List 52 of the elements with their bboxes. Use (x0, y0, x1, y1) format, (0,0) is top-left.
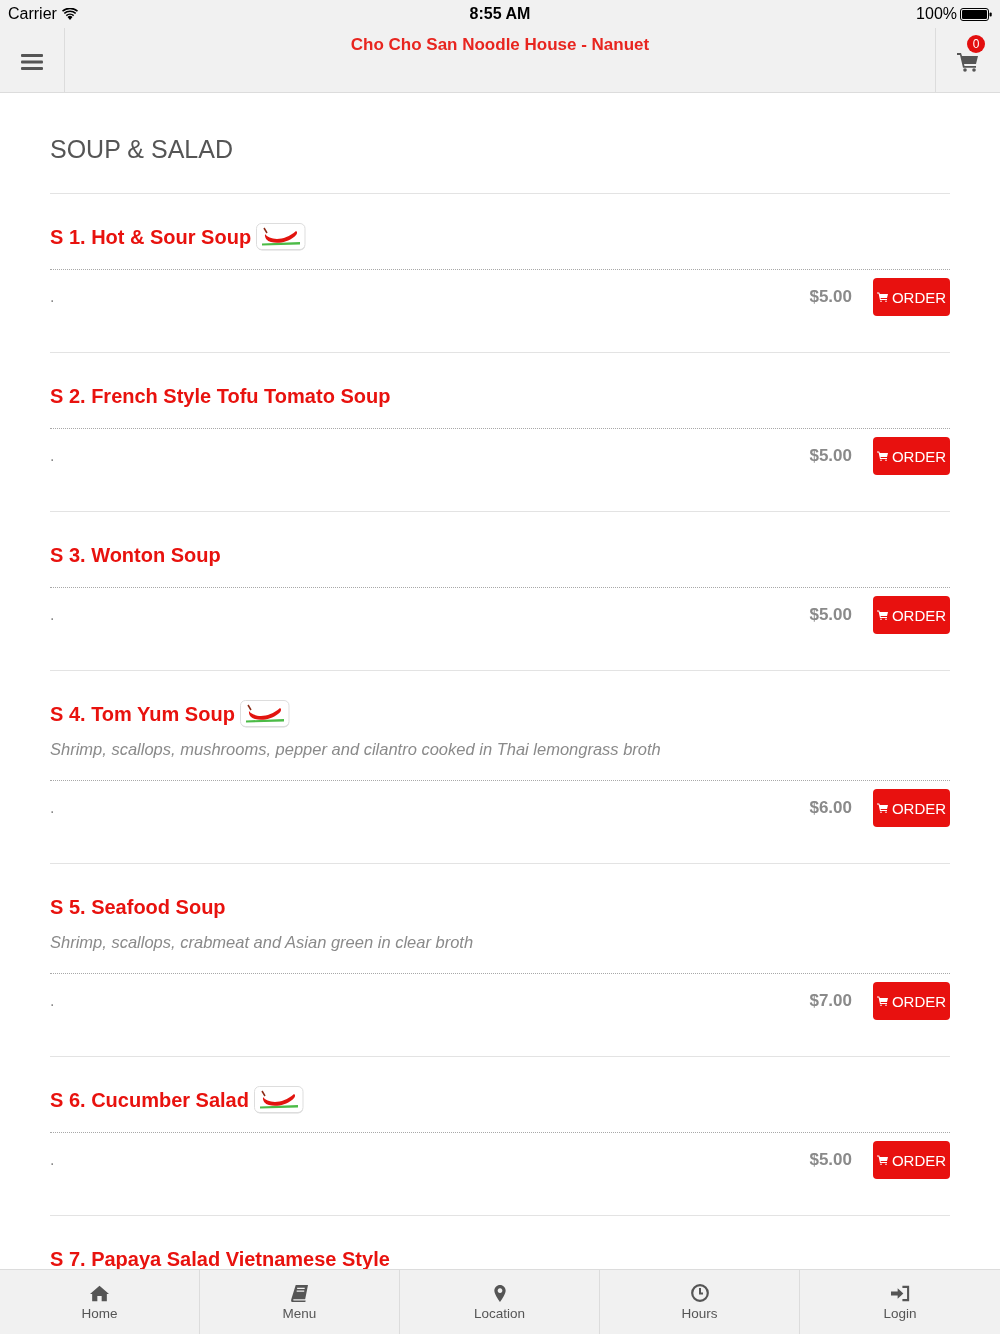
map-pin-icon (493, 1284, 506, 1302)
book-icon (290, 1284, 309, 1302)
item-price: $5.00 (809, 287, 852, 307)
item-price: $6.00 (809, 798, 852, 818)
cart-count-badge: 0 (967, 35, 985, 53)
cart-icon (876, 803, 888, 813)
battery-icon (960, 7, 992, 21)
item-title[interactable]: S 2. French Style Tofu Tomato Soup (50, 381, 391, 411)
cart-icon[interactable] (957, 52, 979, 72)
tab-bar-item[interactable]: Location (400, 1270, 600, 1334)
tab-bar-item[interactable]: Menu (200, 1270, 400, 1334)
home-icon (90, 1284, 109, 1302)
menu-icon[interactable] (21, 53, 43, 71)
item-note: . (50, 799, 55, 816)
item-description: Shrimp, scallops, mushrooms, pepper and cilantro cooked in Thai lemongrass broth (50, 739, 662, 760)
tab-bar-item[interactable]: Login (800, 1270, 1000, 1334)
item-note: . (50, 606, 55, 623)
clock-icon (690, 1284, 709, 1302)
wifi-icon (61, 8, 78, 20)
item-note: . (50, 992, 55, 1009)
order-button[interactable]: ORDER (873, 789, 950, 827)
item-title[interactable]: S 3. Wonton Soup (50, 540, 221, 570)
section-heading: SOUP & SALAD (50, 135, 233, 163)
item-title[interactable]: S 4. Tom Yum Soup (50, 699, 235, 729)
item-price: $5.00 (809, 446, 852, 466)
item-note: . (50, 1151, 55, 1168)
tab-bar-item[interactable]: Home (0, 1270, 200, 1334)
item-price: $5.00 (809, 1150, 852, 1170)
item-title[interactable]: S 5. Seafood Soup (50, 892, 226, 922)
order-button[interactable]: ORDER (873, 278, 950, 316)
item-title[interactable]: S 6. Cucumber Salad (50, 1085, 249, 1115)
clock-time: 8:55 AM (469, 5, 531, 23)
carrier-label: Carrier (8, 5, 57, 23)
cart-icon (876, 292, 888, 302)
order-button[interactable]: ORDER (873, 596, 950, 634)
cart-icon (876, 610, 888, 620)
order-button[interactable]: ORDER (873, 982, 950, 1020)
order-button[interactable]: ORDER (873, 1141, 950, 1179)
item-price: $5.00 (809, 605, 852, 625)
restaurant-title: Cho Cho San Noodle House - Nanuet (350, 35, 650, 54)
item-price: $7.00 (809, 991, 852, 1011)
order-button[interactable]: ORDER (873, 437, 950, 475)
item-note: . (50, 288, 55, 305)
item-title[interactable]: S 1. Hot & Sour Soup (50, 222, 252, 252)
item-description: Shrimp, scallops, crabmeat and Asian green in clear broth (50, 932, 475, 953)
sign-in-icon (890, 1284, 910, 1302)
cart-icon (876, 996, 888, 1006)
tab-bar-item[interactable]: Hours (600, 1270, 800, 1334)
battery-percent: 100% (916, 5, 957, 23)
cart-icon (876, 1155, 888, 1165)
item-note: . (50, 447, 55, 464)
cart-icon (876, 451, 888, 461)
